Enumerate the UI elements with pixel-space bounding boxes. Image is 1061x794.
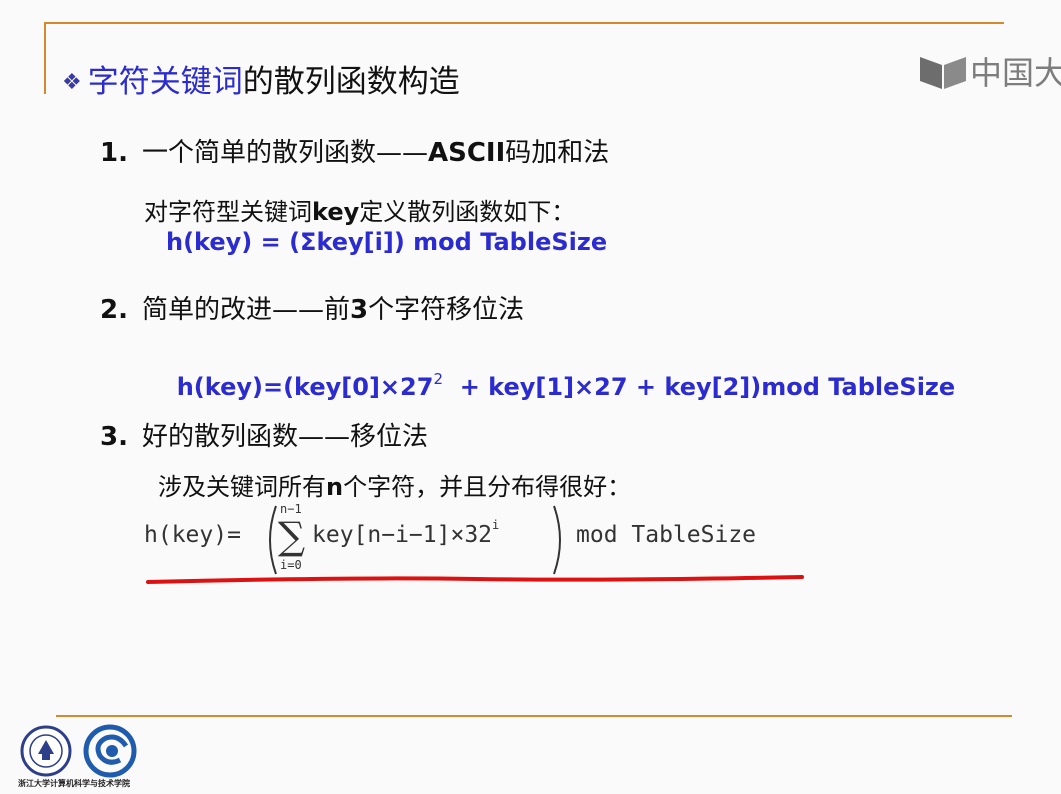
- footer-caption: 浙江大学计算机科学与技术学院: [18, 779, 130, 788]
- slide-title: ❖ 字符关键词的散列函数构造: [62, 56, 460, 101]
- formula-exponent: i: [492, 518, 500, 533]
- section-3-desc-b: 个字符，并且分布得很好：: [343, 473, 632, 501]
- section-1-desc-a: 对字符型关键词: [144, 198, 312, 226]
- section-2-number: 2.: [100, 295, 128, 325]
- section-3-formula: h(key)= n−1 ∑ i=0 key[n−i−1]×32i mod Tab…: [144, 500, 824, 580]
- section-1-heading: 1. 一个简单的散列函数——ASCII码加和法: [100, 132, 609, 169]
- title-keyword: 字符关键词: [87, 64, 243, 100]
- watermark-text: 中国大: [970, 54, 1061, 92]
- section-1-heading-tail: 码加和法: [505, 138, 610, 168]
- sum-lower-limit: i=0: [280, 558, 302, 572]
- section-3-desc-n: n: [326, 473, 344, 501]
- section-2-heading-a: 简单的改进——前: [141, 295, 350, 325]
- mooc-watermark: 中国大: [918, 48, 1061, 94]
- formula-body: key[n−i−1]×32i: [312, 518, 499, 548]
- section-2-formula-sup: 2: [433, 370, 443, 388]
- diamond-bullet-icon: ❖: [62, 70, 82, 95]
- section-1-description: 对字符型关键词key定义散列函数如下：: [144, 192, 575, 227]
- section-3-description: 涉及关键词所有n个字符，并且分布得很好：: [158, 467, 631, 502]
- section-3-heading-text: 好的散列函数——移位法: [141, 422, 428, 452]
- formula-mod: mod TableSize: [576, 522, 757, 548]
- footer-logos: [18, 724, 148, 782]
- section-1-desc-key: key: [312, 198, 360, 226]
- section-2-heading-b: 个字符移位法: [368, 295, 525, 325]
- mooc-logo-icon: [920, 57, 966, 89]
- red-underline: [146, 575, 804, 584]
- top-border-line: [44, 22, 1004, 24]
- section-2-formula-b: + key[1]×27 + key[2])mod TableSize: [443, 373, 956, 401]
- section-3-heading: 3. 好的散列函数——移位法: [100, 416, 428, 453]
- bottom-border-line: [56, 715, 1012, 717]
- summation-icon: ∑: [278, 514, 306, 558]
- section-2-formula: h(key)=(key[0]×272 + key[1]×27 + key[2])…: [160, 344, 955, 401]
- section-2-heading-bold: 3: [349, 295, 369, 325]
- formula-lhs: h(key)=: [144, 522, 241, 548]
- right-paren-icon: [553, 505, 561, 575]
- section-1-number: 1.: [100, 138, 128, 168]
- section-1-formula: h(key) = (Σkey[i]) mod TableSize: [166, 228, 608, 256]
- university-logo-icon: [20, 724, 137, 778]
- section-2-formula-a: h(key)=(key[0]×27: [176, 373, 434, 401]
- section-3-number: 3.: [100, 422, 128, 452]
- left-paren-icon: [269, 505, 277, 575]
- formula-body-text: key[n−i−1]×32: [312, 522, 493, 548]
- section-2-heading: 2. 简单的改进——前3个字符移位法: [100, 289, 524, 326]
- section-3-desc-a: 涉及关键词所有: [158, 473, 326, 501]
- section-1-desc-b: 定义散列函数如下：: [359, 198, 576, 226]
- left-border-line: [44, 22, 46, 94]
- section-1-heading-ascii: ASCII: [427, 138, 506, 168]
- section-1-heading-text: 一个简单的散列函数——: [141, 138, 428, 168]
- title-rest: 的散列函数构造: [242, 64, 460, 100]
